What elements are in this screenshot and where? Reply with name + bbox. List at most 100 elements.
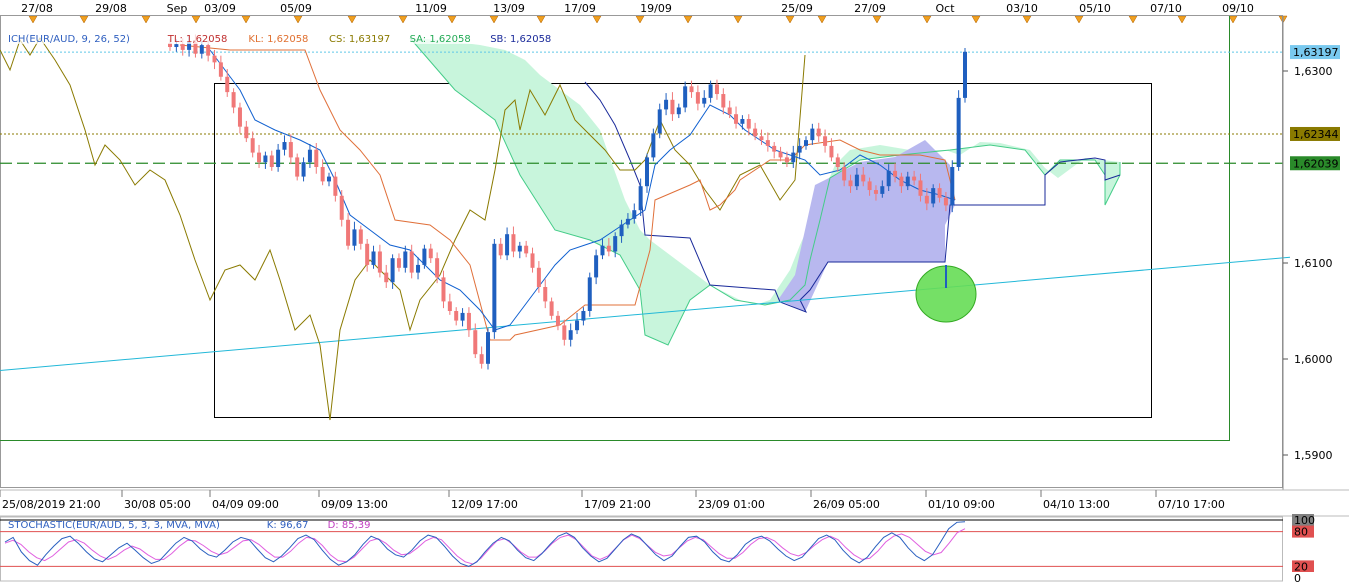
candle-body (212, 55, 217, 63)
candle-body (403, 251, 408, 268)
candle-body (689, 86, 694, 93)
candle-body (352, 229, 357, 246)
candle-body (250, 138, 255, 153)
candle-body (734, 114, 739, 124)
candle-body (225, 76, 230, 93)
candle-body (498, 243, 503, 256)
candle-body (842, 167, 847, 181)
candle-body (912, 176, 917, 181)
candle-body (524, 245, 529, 254)
candle-body (708, 84, 713, 98)
candle-body (924, 195, 929, 204)
price-axis: 1,5900 1,6000 1,6100 1,6300 1,63197 1,62344 1,… (1282, 16, 1340, 490)
candle-body (555, 315, 560, 326)
time-marker (141, 15, 151, 24)
candle-body (638, 186, 643, 211)
bottom-date-label: 26/09 05:00 (813, 498, 880, 511)
candle-body (466, 312, 471, 331)
bottom-date-label: 04/10 13:00 (1043, 498, 1110, 511)
candle-body (428, 248, 433, 259)
candle-body (358, 229, 363, 244)
candle-body (384, 272, 389, 283)
top-date-label: 25/09 (781, 2, 813, 15)
candle-body (931, 188, 936, 204)
bottom-date-label: 23/09 01:00 (698, 498, 765, 511)
candle-body (282, 142, 287, 150)
stochastic-panel: STOCHASTIC(EUR/AUD, 5, 3, 3, MVA, MVA) K:… (0, 514, 1349, 585)
candle-body (727, 107, 732, 115)
candle-body (791, 152, 796, 163)
candle-body (473, 330, 478, 355)
time-marker (592, 15, 602, 24)
stoch-level-label: 80 (1294, 526, 1308, 539)
candle-body (549, 301, 554, 316)
candle-body (918, 180, 923, 196)
candle-body (301, 162, 306, 177)
candle-body (263, 155, 268, 163)
time-marker (785, 15, 795, 24)
candle-body (886, 170, 891, 187)
time-marker (733, 15, 743, 24)
candle-body (333, 176, 338, 196)
candle-body (390, 258, 395, 283)
bottom-date-label: 09/09 13:00 (321, 498, 388, 511)
candle-body (816, 128, 821, 137)
candle-body (740, 119, 745, 124)
candle-body (778, 151, 783, 158)
candle-body (244, 126, 249, 139)
candle-body (861, 174, 866, 182)
candle-body (536, 267, 541, 287)
candle-body (963, 51, 967, 98)
bottom-date-label: 04/09 09:00 (212, 498, 279, 511)
candle-body (288, 142, 293, 158)
candle-body (339, 195, 344, 220)
candle-body (377, 251, 382, 273)
stoch-d-line (4, 528, 966, 565)
candle-body (867, 181, 872, 191)
candle-body (905, 176, 910, 187)
time-marker (398, 15, 408, 24)
time-marker (79, 15, 89, 24)
time-marker (1128, 15, 1138, 24)
bottom-date-label: 17/09 21:00 (584, 498, 651, 511)
candle-body (880, 186, 885, 194)
candle-body (416, 264, 421, 273)
candle-body (441, 277, 446, 302)
time-marker (683, 15, 693, 24)
candle-body (645, 157, 649, 187)
candle-body (206, 45, 211, 56)
stoch-legend-item: K: 96,67 (267, 520, 309, 531)
candle-body (829, 145, 834, 158)
candle-body (956, 97, 961, 167)
candle-body (600, 245, 605, 256)
candle-body (231, 92, 236, 108)
candle-body (327, 176, 331, 182)
top-date-label: 27/08 (21, 2, 53, 15)
time-marker (489, 15, 499, 24)
top-date-label: 07/10 (1150, 2, 1182, 15)
candle-body (721, 94, 726, 108)
candle-body (454, 311, 459, 321)
candle-body (511, 234, 516, 252)
candle-body (753, 128, 758, 137)
time-marker (1022, 15, 1032, 24)
price-panel (0, 15, 1291, 488)
candle-body (759, 136, 764, 141)
bottom-date-label: 25/08/2019 21:00 (2, 498, 101, 511)
time-marker (447, 15, 457, 24)
candle-body (314, 149, 319, 167)
top-date-label: 13/09 (493, 2, 525, 15)
time-marker (872, 15, 882, 24)
time-marker (971, 15, 981, 24)
candle-body (581, 311, 586, 321)
candle-body (651, 133, 656, 158)
candle-body (670, 99, 675, 115)
candle-body (575, 320, 580, 331)
candle-body (746, 119, 751, 129)
top-date-axis: 27/08 29/08 Sep 03/09 05/09 11/09 13/09 17/09 19… (21, 2, 1288, 24)
kumo-cloud-bullish (410, 38, 1120, 345)
stoch-legend-item: STOCHASTIC(EUR/AUD, 5, 3, 3, MVA, MVA) (8, 520, 220, 531)
bottom-date-label: 07/10 17:00 (1158, 498, 1225, 511)
legend-item: CS: 1,63197 (329, 34, 390, 45)
price-tag-label: 1,63197 (1293, 46, 1339, 59)
